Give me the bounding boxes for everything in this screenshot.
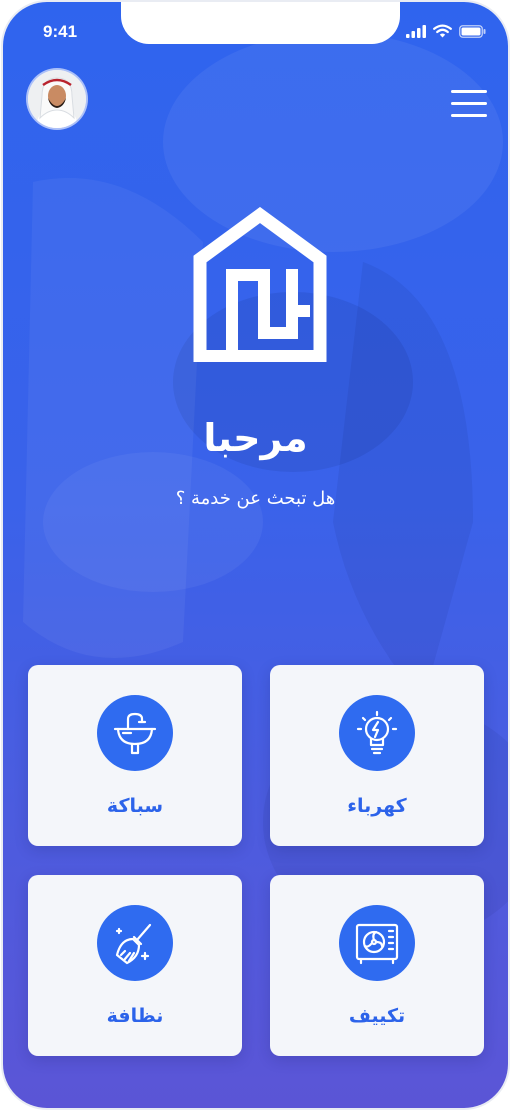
wifi-icon	[433, 24, 452, 38]
service-label: سباكة	[106, 795, 164, 817]
status-icons	[406, 24, 486, 38]
service-icon-circle	[97, 695, 173, 771]
menu-line	[451, 102, 487, 105]
service-card-electricity[interactable]: كهرباء	[270, 665, 484, 846]
service-label: تكييف	[348, 1005, 406, 1027]
service-label: نظافة	[106, 1005, 164, 1027]
welcome-title: مرحبا	[203, 416, 308, 460]
app-screen: 9:41 مرحبا هل تبحث عن خدمة ؟ كهرباء سباك…	[3, 2, 508, 1108]
lightbulb-icon	[356, 710, 398, 755]
service-icon-circle	[339, 905, 415, 981]
menu-line	[451, 114, 487, 117]
user-avatar[interactable]	[28, 70, 86, 128]
device-notch	[121, 2, 400, 44]
service-icon-circle	[97, 905, 173, 981]
menu-button[interactable]	[451, 90, 487, 120]
menu-line	[451, 90, 487, 93]
status-time: 9:41	[43, 22, 78, 41]
service-label: كهرباء	[347, 795, 407, 817]
welcome-subtitle: هل تبحث عن خدمة ؟	[175, 488, 336, 509]
service-card-cleaning[interactable]: نظافة	[28, 875, 242, 1056]
cleaning-brush-icon	[115, 923, 152, 965]
house-logo-icon	[193, 207, 327, 362]
sink-icon	[113, 712, 157, 755]
service-card-plumbing[interactable]: سباكة	[28, 665, 242, 846]
service-card-air-conditioning[interactable]: تكييف	[270, 875, 484, 1056]
avatar-portrait	[28, 70, 86, 128]
air-conditioner-icon	[355, 923, 399, 965]
signal-icon	[406, 24, 426, 38]
service-icon-circle	[339, 695, 415, 771]
battery-icon	[459, 24, 486, 38]
